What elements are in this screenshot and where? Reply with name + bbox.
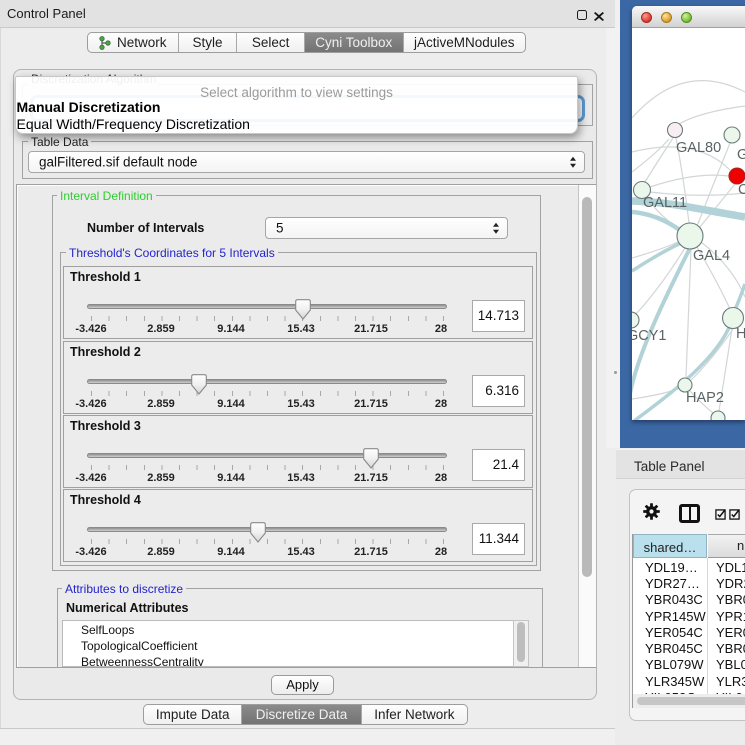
svg-text:C: C [738, 182, 745, 198]
svg-text:HO: HO [736, 326, 745, 342]
svg-text:GAL80: GAL80 [676, 140, 721, 156]
svg-text:HAP2: HAP2 [686, 390, 724, 406]
svg-text:GCY1: GCY1 [632, 328, 667, 344]
svg-text:GAL11: GAL11 [643, 195, 687, 211]
svg-text:GAL4: GAL4 [693, 248, 730, 264]
svg-text:GAL3: GAL3 [737, 147, 745, 163]
